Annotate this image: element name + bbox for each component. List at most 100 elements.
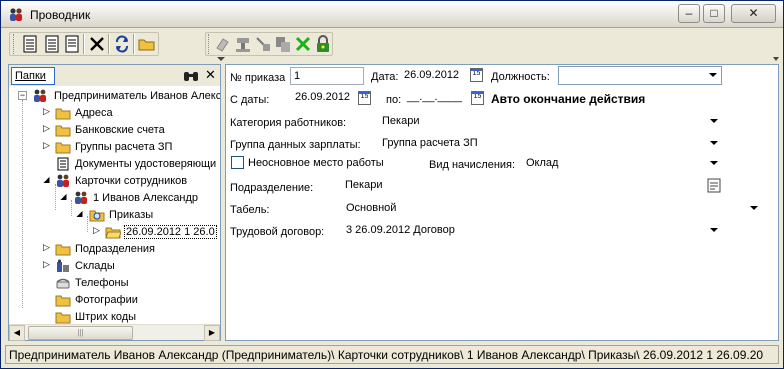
toolbar-grip[interactable] bbox=[13, 34, 16, 54]
tree-item-label: Подразделения bbox=[75, 243, 155, 255]
secondary-job-label: Неосновное место работы bbox=[248, 157, 384, 169]
contract-select[interactable]: 3 26.09.2012 Договор bbox=[342, 221, 722, 240]
tree-item-barcodes[interactable]: Штрих коды bbox=[17, 309, 220, 324]
document-icon[interactable] bbox=[20, 34, 40, 54]
horizontal-scrollbar[interactable]: ◀ ||| ▶ bbox=[9, 324, 220, 341]
tree-item-employee[interactable]: ◢ 1 Иванов Александр bbox=[17, 190, 220, 207]
folders-pane: Папки ✕ − Предприниматель Иванов Алекс ▷… bbox=[8, 64, 221, 341]
tree-item-photos[interactable]: Фотографии bbox=[17, 292, 220, 309]
close-icon[interactable]: ✕ bbox=[205, 68, 216, 81]
close-button[interactable]: ✕ bbox=[731, 4, 776, 23]
accrual-select[interactable]: Оклад bbox=[522, 154, 722, 173]
position-select[interactable] bbox=[558, 66, 722, 85]
tree-item-employee-cards[interactable]: ◢ Карточки сотрудников bbox=[17, 173, 220, 190]
lookup-icon[interactable] bbox=[707, 178, 721, 193]
binoculars-icon[interactable] bbox=[183, 69, 199, 82]
tree-item-orders[interactable]: ◢ Приказы bbox=[17, 207, 220, 224]
tabel-select[interactable]: Основной bbox=[342, 199, 762, 218]
scroll-left-icon[interactable]: ◀ bbox=[9, 325, 25, 341]
from-date-input[interactable]: 26.09.2012 bbox=[292, 89, 356, 107]
chevron-down-icon[interactable] bbox=[709, 73, 717, 77]
salary-group-select[interactable]: Группа расчета ЗП bbox=[378, 134, 722, 153]
collapse-icon[interactable]: − bbox=[18, 91, 27, 100]
chevron-down-icon[interactable] bbox=[710, 228, 718, 232]
stamp-icon[interactable] bbox=[233, 34, 253, 54]
category-label: Категория работников: bbox=[230, 117, 347, 129]
tree-item-label: 1 Иванов Александр bbox=[93, 192, 199, 204]
expand-arrow-icon[interactable]: ▷ bbox=[42, 124, 51, 134]
chevron-down-icon[interactable] bbox=[710, 141, 718, 145]
to-date-input[interactable]: __.__.____ bbox=[404, 89, 472, 107]
tree-item-warehouses[interactable]: ▷ Склады bbox=[17, 258, 220, 275]
expand-arrow-icon[interactable]: ▷ bbox=[42, 141, 51, 151]
expand-arrow-icon[interactable]: ▷ bbox=[42, 107, 51, 117]
document-icon[interactable] bbox=[62, 34, 82, 54]
tree-item-phones[interactable]: Телефоны bbox=[17, 275, 220, 292]
people-icon bbox=[10, 8, 22, 21]
status-bar: Предприниматель Иванов Александр (Предпр… bbox=[5, 345, 779, 364]
delete-icon[interactable] bbox=[87, 34, 107, 54]
tree-item-label: Адреса bbox=[75, 107, 113, 119]
department-label: Подразделение: bbox=[230, 182, 314, 194]
tree-item-entrepreneur[interactable]: − Предприниматель Иванов Алекс bbox=[17, 88, 220, 105]
folder-icon bbox=[55, 142, 71, 154]
tree-item-departments[interactable]: ▷ Подразделения bbox=[17, 241, 220, 258]
scroll-thumb[interactable]: ||| bbox=[28, 326, 133, 340]
maximize-button[interactable]: □ bbox=[703, 4, 725, 23]
cancel-icon[interactable] bbox=[293, 34, 313, 54]
document-icon[interactable] bbox=[42, 34, 62, 54]
eraser-icon[interactable] bbox=[213, 34, 233, 54]
expand-arrow-icon[interactable]: ▷ bbox=[42, 260, 51, 270]
contract-value: 3 26.09.2012 Договор bbox=[346, 224, 455, 236]
tree-item-label: Телефоны bbox=[75, 277, 129, 289]
tree-item-label: Документы удостоверяющи bbox=[75, 158, 217, 170]
date-label: Дата: bbox=[371, 71, 399, 83]
from-date-label: С даты: bbox=[230, 94, 270, 106]
tab-folders[interactable]: Папки bbox=[11, 67, 55, 85]
tree-item-order-26092012[interactable]: ▷ 26.09.2012 1 26.0 bbox=[17, 224, 220, 241]
tree-item-addresses[interactable]: ▷ Адреса bbox=[17, 105, 220, 122]
collapse-arrow-icon[interactable]: ◢ bbox=[75, 210, 84, 219]
tree-item-label: Банковские счета bbox=[75, 124, 165, 136]
copy-icon[interactable] bbox=[253, 34, 273, 54]
people-icon bbox=[75, 191, 87, 204]
date-input[interactable]: 26.09.2012 bbox=[401, 67, 469, 85]
tree-item-id-documents[interactable]: Документы удостоверяющи bbox=[17, 156, 220, 173]
category-select[interactable]: Пекари bbox=[378, 112, 722, 131]
order-form: № приказа 1 Дата: 26.09.2012 15 Должност… bbox=[225, 64, 779, 341]
title-bar[interactable]: Проводник – □ ✕ bbox=[1, 1, 783, 28]
scroll-right-icon[interactable]: ▶ bbox=[204, 325, 220, 341]
tree-item-salary-groups[interactable]: ▷ Группы расчета ЗП bbox=[17, 139, 220, 156]
collapse-arrow-icon[interactable]: ◢ bbox=[42, 176, 51, 185]
document-icon bbox=[57, 157, 69, 171]
chevron-down-icon[interactable] bbox=[750, 206, 758, 210]
department-input[interactable]: Пекари bbox=[342, 177, 704, 195]
phone-icon bbox=[56, 278, 70, 289]
toolbar bbox=[5, 31, 779, 57]
calendar-icon[interactable]: 15 bbox=[358, 91, 371, 105]
tree-item-label: Приказы bbox=[109, 209, 154, 221]
folder-icon bbox=[55, 244, 71, 256]
folder-open-icon[interactable] bbox=[137, 34, 157, 54]
explorer-window: Проводник – □ ✕ Папки ✕ − Предпринимател… bbox=[0, 0, 784, 369]
order-number-input[interactable]: 1 bbox=[290, 67, 364, 85]
tree-item-label: Штрих коды bbox=[75, 311, 137, 323]
paste-icon[interactable] bbox=[273, 34, 293, 54]
expand-arrow-icon[interactable]: ▷ bbox=[42, 243, 51, 253]
chevron-down-icon[interactable] bbox=[710, 119, 718, 123]
salary-group-value: Группа расчета ЗП bbox=[382, 137, 478, 149]
refresh-icon[interactable] bbox=[112, 34, 132, 54]
minimize-button[interactable]: – bbox=[678, 4, 700, 23]
collapse-arrow-icon[interactable]: ◢ bbox=[59, 193, 68, 202]
toolbar-grip[interactable] bbox=[208, 34, 211, 54]
expand-arrow-icon[interactable]: ▷ bbox=[92, 226, 101, 236]
calendar-icon[interactable]: 15 bbox=[471, 91, 484, 105]
secondary-job-checkbox[interactable] bbox=[231, 156, 244, 169]
folder-search-icon bbox=[89, 210, 105, 222]
tree-item-label: Предприниматель Иванов Алекс bbox=[54, 90, 220, 102]
tree-item-bank-accounts[interactable]: ▷ Банковские счета bbox=[17, 122, 220, 139]
chevron-down-icon[interactable] bbox=[710, 161, 718, 165]
lock-icon[interactable] bbox=[313, 34, 333, 54]
folder-tree: − Предприниматель Иванов Алекс ▷ Адреса … bbox=[9, 87, 220, 324]
calendar-icon[interactable]: 15 bbox=[470, 68, 483, 82]
